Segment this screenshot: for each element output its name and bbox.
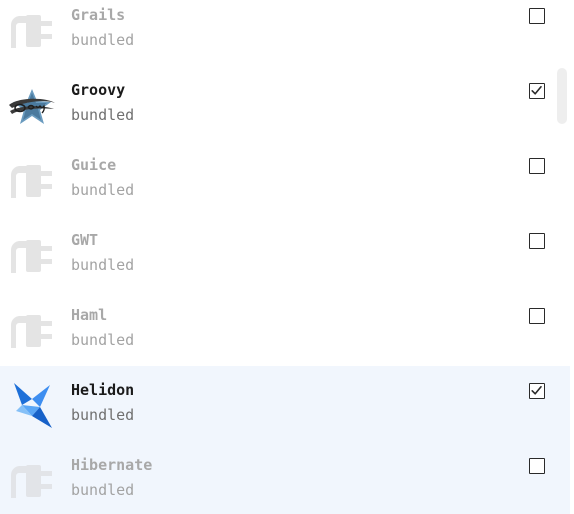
enable-checkbox[interactable] bbox=[529, 458, 545, 474]
plug-icon bbox=[6, 456, 58, 508]
plug-icon bbox=[6, 6, 58, 58]
checkmark-icon bbox=[531, 86, 542, 95]
plugin-source: bundled bbox=[71, 481, 135, 499]
enable-checkbox[interactable] bbox=[529, 383, 545, 399]
enable-checkbox[interactable] bbox=[529, 233, 545, 249]
plug-icon bbox=[6, 231, 58, 283]
plugin-source: bundled bbox=[71, 106, 135, 124]
plugin-name: Guice bbox=[71, 156, 117, 174]
helidon-logo bbox=[6, 380, 58, 432]
plugin-name: Grails bbox=[71, 6, 126, 24]
plugin-name: Helidon bbox=[71, 381, 135, 399]
enable-checkbox[interactable] bbox=[529, 83, 545, 99]
plugin-source: bundled bbox=[71, 406, 135, 424]
plug-icon bbox=[6, 156, 58, 208]
plugin-name: GWT bbox=[71, 231, 99, 249]
plugin-name: Haml bbox=[71, 306, 108, 324]
plugin-row-grails[interactable]: Grails bundled bbox=[0, 0, 570, 75]
groovy-star-logo bbox=[6, 81, 58, 133]
enable-checkbox[interactable] bbox=[529, 158, 545, 174]
plugin-row-haml[interactable]: Haml bundled bbox=[0, 300, 570, 375]
plugin-name: Hibernate bbox=[71, 456, 153, 474]
plugin-row-gwt[interactable]: GWT bundled bbox=[0, 225, 570, 300]
plugin-row-guice[interactable]: Guice bundled bbox=[0, 150, 570, 225]
enable-checkbox[interactable] bbox=[529, 308, 545, 324]
plugin-name: Groovy bbox=[71, 81, 126, 99]
plug-icon bbox=[6, 306, 58, 358]
plugin-source: bundled bbox=[71, 31, 135, 49]
plugin-source: bundled bbox=[71, 181, 135, 199]
plugin-source: bundled bbox=[71, 256, 135, 274]
plugin-row-groovy[interactable]: Groovy bundled bbox=[0, 75, 570, 150]
checkmark-icon bbox=[531, 386, 542, 395]
scrollbar-thumb[interactable] bbox=[557, 68, 567, 124]
enable-checkbox[interactable] bbox=[529, 8, 545, 24]
plugin-list: Grails bundled Groovy bundled Guice bund… bbox=[0, 0, 574, 514]
plugin-row-hibernate[interactable]: Hibernate bundled bbox=[0, 450, 570, 514]
plugin-source: bundled bbox=[71, 331, 135, 349]
